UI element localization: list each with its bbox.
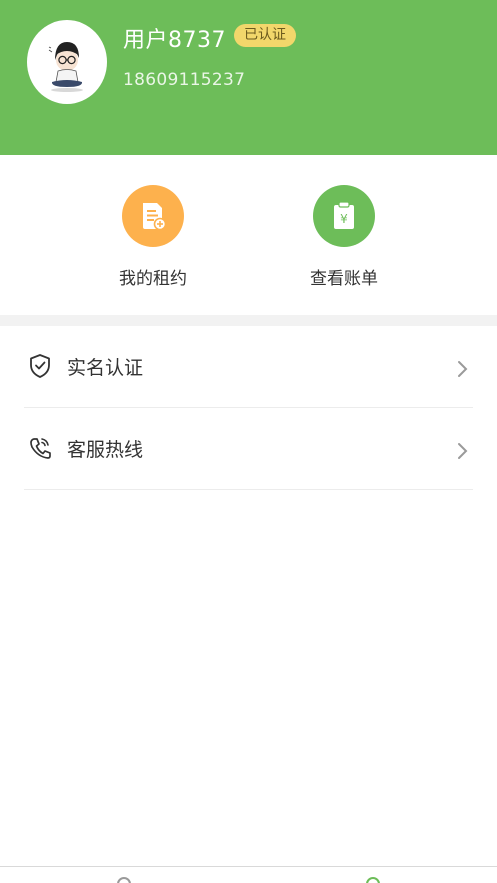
avatar[interactable] (27, 20, 107, 104)
phone-call-icon (28, 435, 52, 461)
home-tab-icon[interactable] (117, 877, 131, 883)
row-separator (24, 489, 473, 490)
quick-actions: 我的租约 ¥ 查看账单 (0, 155, 497, 315)
profile-header: 用户8737 已认证 18609115237 (0, 0, 497, 155)
chevron-right-icon (456, 360, 468, 378)
view-bill-label: 查看账单 (310, 269, 378, 289)
bill-icon: ¥ (313, 185, 375, 247)
menu-item-label: 客服热线 (67, 439, 144, 461)
view-bill-button[interactable]: ¥ 查看账单 (274, 185, 414, 289)
chevron-right-icon (456, 442, 468, 460)
menu-item-customer-service-hotline[interactable]: 客服热线 (0, 408, 497, 490)
profile-tab-icon[interactable] (366, 877, 380, 883)
my-lease-label: 我的租约 (119, 269, 187, 289)
bottom-tab-bar (0, 866, 497, 883)
username: 用户8737 (123, 28, 226, 53)
verified-badge: 已认证 (234, 24, 296, 47)
menu-item-label: 实名认证 (67, 357, 144, 379)
svg-text:¥: ¥ (340, 212, 348, 226)
shield-check-icon (28, 353, 52, 379)
phone-number: 18609115237 (123, 70, 246, 90)
document-icon (122, 185, 184, 247)
menu-item-real-name-verification[interactable]: 实名认证 (0, 326, 497, 408)
section-divider (0, 315, 497, 326)
my-lease-button[interactable]: 我的租约 (83, 185, 223, 289)
